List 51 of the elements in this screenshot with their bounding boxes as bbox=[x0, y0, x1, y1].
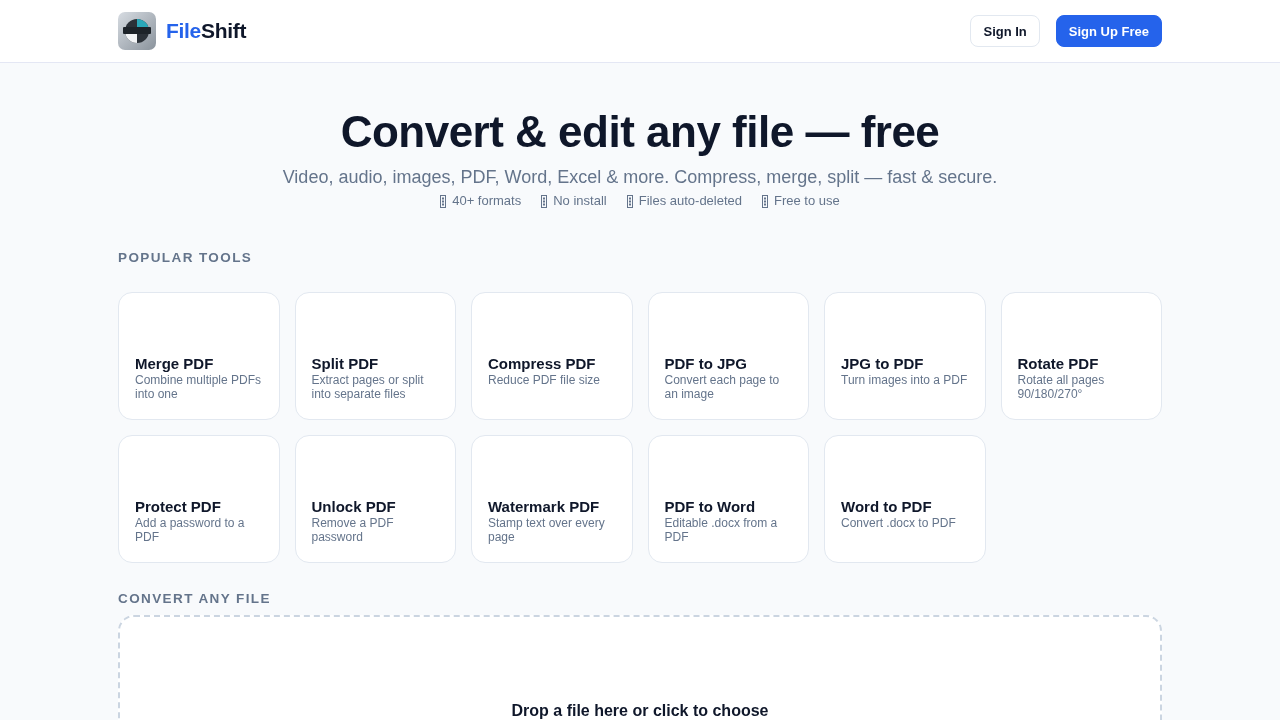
tool-title: JPG to PDF bbox=[841, 355, 924, 372]
tool-title: Merge PDF bbox=[135, 355, 214, 372]
glyph-box-icon bbox=[541, 194, 548, 208]
tool-card[interactable]: Split PDF Extract pages or split into separate files bbox=[294, 292, 456, 420]
tool-description: Stamp text over every page bbox=[488, 516, 606, 544]
glyph-box-icon bbox=[762, 194, 769, 208]
hero-subtitle: Video, audio, images, PDF, Word, Excel & more. Compress, merge, split — fast & secure. bbox=[282, 166, 998, 189]
tool-title: Rotate PDF bbox=[1017, 355, 1099, 372]
tool-title: Watermark PDF bbox=[488, 498, 600, 515]
tool-title: Split PDF bbox=[311, 355, 379, 372]
section-heading: POPULAR TOOLS bbox=[118, 249, 254, 267]
tool-description: Editable .docx from a PDF bbox=[664, 516, 779, 544]
feature-label: Free to use bbox=[774, 192, 840, 210]
tool-title: Unlock PDF bbox=[311, 498, 396, 515]
tool-description: Extract pages or split into separate files bbox=[311, 373, 425, 401]
tool-card[interactable]: Word to PDF Convert .docx to PDF bbox=[824, 435, 986, 563]
tool-card[interactable]: Unlock PDF Remove a PDF password bbox=[294, 435, 456, 563]
file-drop-zone[interactable]: Drop a file here or click to choose bbox=[118, 615, 1162, 720]
sign-up-button[interactable]: Sign Up Free bbox=[1055, 15, 1162, 47]
tool-card[interactable]: Protect PDF Add a password to a PDF bbox=[118, 435, 280, 563]
section-heading: CONVERT ANY FILE bbox=[118, 590, 272, 608]
tool-card[interactable]: Watermark PDF Stamp text over every page bbox=[471, 435, 633, 563]
tool-description: Add a password to a PDF bbox=[135, 516, 246, 544]
tool-title: Compress PDF bbox=[488, 355, 596, 372]
feature-label: No install bbox=[553, 192, 607, 210]
brand-name: FileShift bbox=[166, 19, 247, 43]
tool-title: Protect PDF bbox=[135, 498, 221, 515]
glyph-box-icon bbox=[440, 194, 447, 208]
tool-title: PDF to JPG bbox=[664, 355, 747, 372]
tool-description: Reduce PDF file size bbox=[488, 373, 601, 387]
tool-title: PDF to Word bbox=[664, 498, 756, 515]
tool-description: Combine multiple PDFs into one bbox=[135, 373, 263, 401]
feature-label: Files auto-deleted bbox=[638, 192, 743, 210]
tool-description: Rotate all pages 90/180/270° bbox=[1017, 373, 1106, 401]
tool-card[interactable]: Rotate PDF Rotate all pages 90/180/270° bbox=[1000, 292, 1162, 420]
tool-description: Convert each page to an image bbox=[664, 373, 781, 401]
logo-icon bbox=[118, 12, 156, 50]
drop-zone-hint: Drop a file here or click to choose bbox=[511, 701, 769, 720]
tool-card[interactable]: PDF to Word Editable .docx from a PDF bbox=[647, 435, 809, 563]
tool-description: Remove a PDF password bbox=[311, 516, 395, 544]
tool-title: Word to PDF bbox=[841, 498, 932, 515]
hero-title: Convert & edit any file — free bbox=[340, 106, 940, 158]
tool-card[interactable]: JPG to PDF Turn images into a PDF bbox=[824, 292, 986, 420]
feature-label: 40+ formats bbox=[452, 192, 522, 210]
sign-in-button[interactable]: Sign In bbox=[970, 15, 1040, 47]
tool-card[interactable]: PDF to JPG Convert each page to an image bbox=[647, 292, 809, 420]
glyph-box-icon bbox=[626, 194, 633, 208]
tool-description: Turn images into a PDF bbox=[841, 373, 968, 387]
tool-card[interactable]: Merge PDF Combine multiple PDFs into one bbox=[118, 292, 280, 420]
tool-description: Convert .docx to PDF bbox=[841, 516, 956, 530]
tool-card[interactable]: Compress PDF Reduce PDF file size bbox=[471, 292, 633, 420]
